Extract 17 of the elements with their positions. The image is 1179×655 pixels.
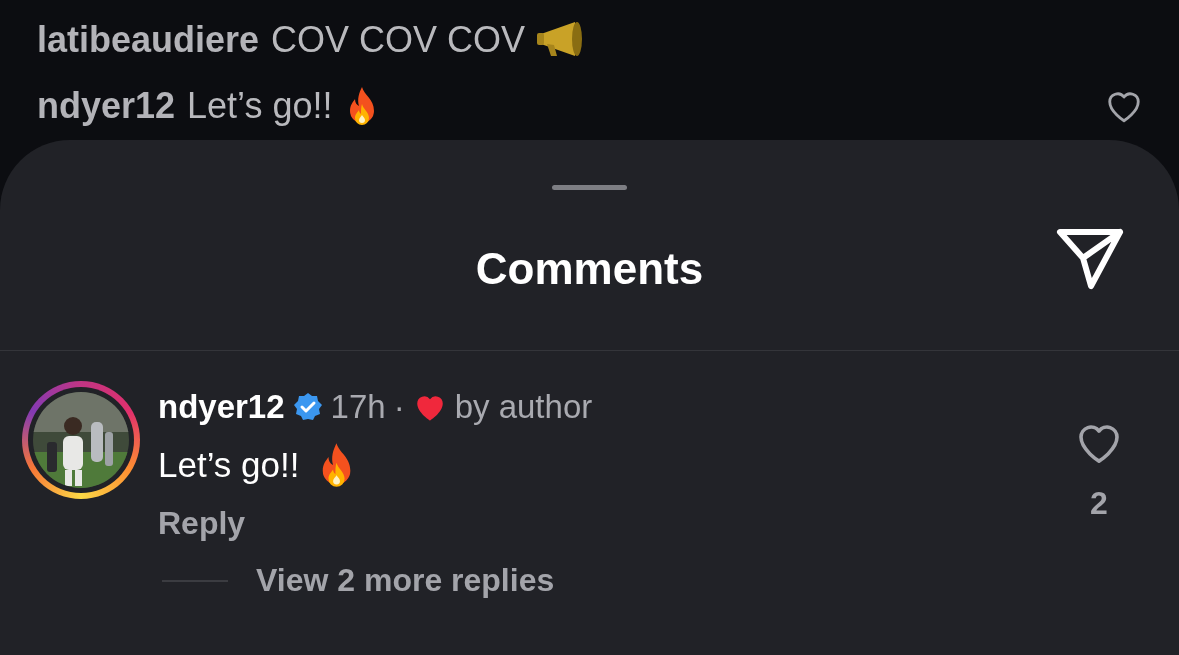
reply-button[interactable]: Reply xyxy=(158,505,246,542)
like-button[interactable] xyxy=(1105,89,1143,123)
separator-dot: · xyxy=(393,388,405,426)
username[interactable]: latibeaudiere xyxy=(37,19,260,61)
username[interactable]: ndyer12 xyxy=(158,388,285,426)
comment-text: Let’s go!! xyxy=(158,445,300,485)
drag-handle[interactable] xyxy=(552,185,627,190)
send-button[interactable] xyxy=(1055,226,1125,292)
view-replies-button[interactable]: View 2 more replies xyxy=(256,562,555,599)
author-like-label: by author xyxy=(454,388,593,426)
paper-plane-icon xyxy=(1055,226,1125,292)
like-count: 2 xyxy=(1090,485,1108,523)
username[interactable]: ndyer12 xyxy=(37,85,176,127)
comment-text: Let’s go!! xyxy=(187,85,333,127)
sheet-title: Comments xyxy=(475,244,704,294)
comment-text: COV COV COV xyxy=(271,19,526,61)
timestamp: 17h xyxy=(330,388,386,426)
